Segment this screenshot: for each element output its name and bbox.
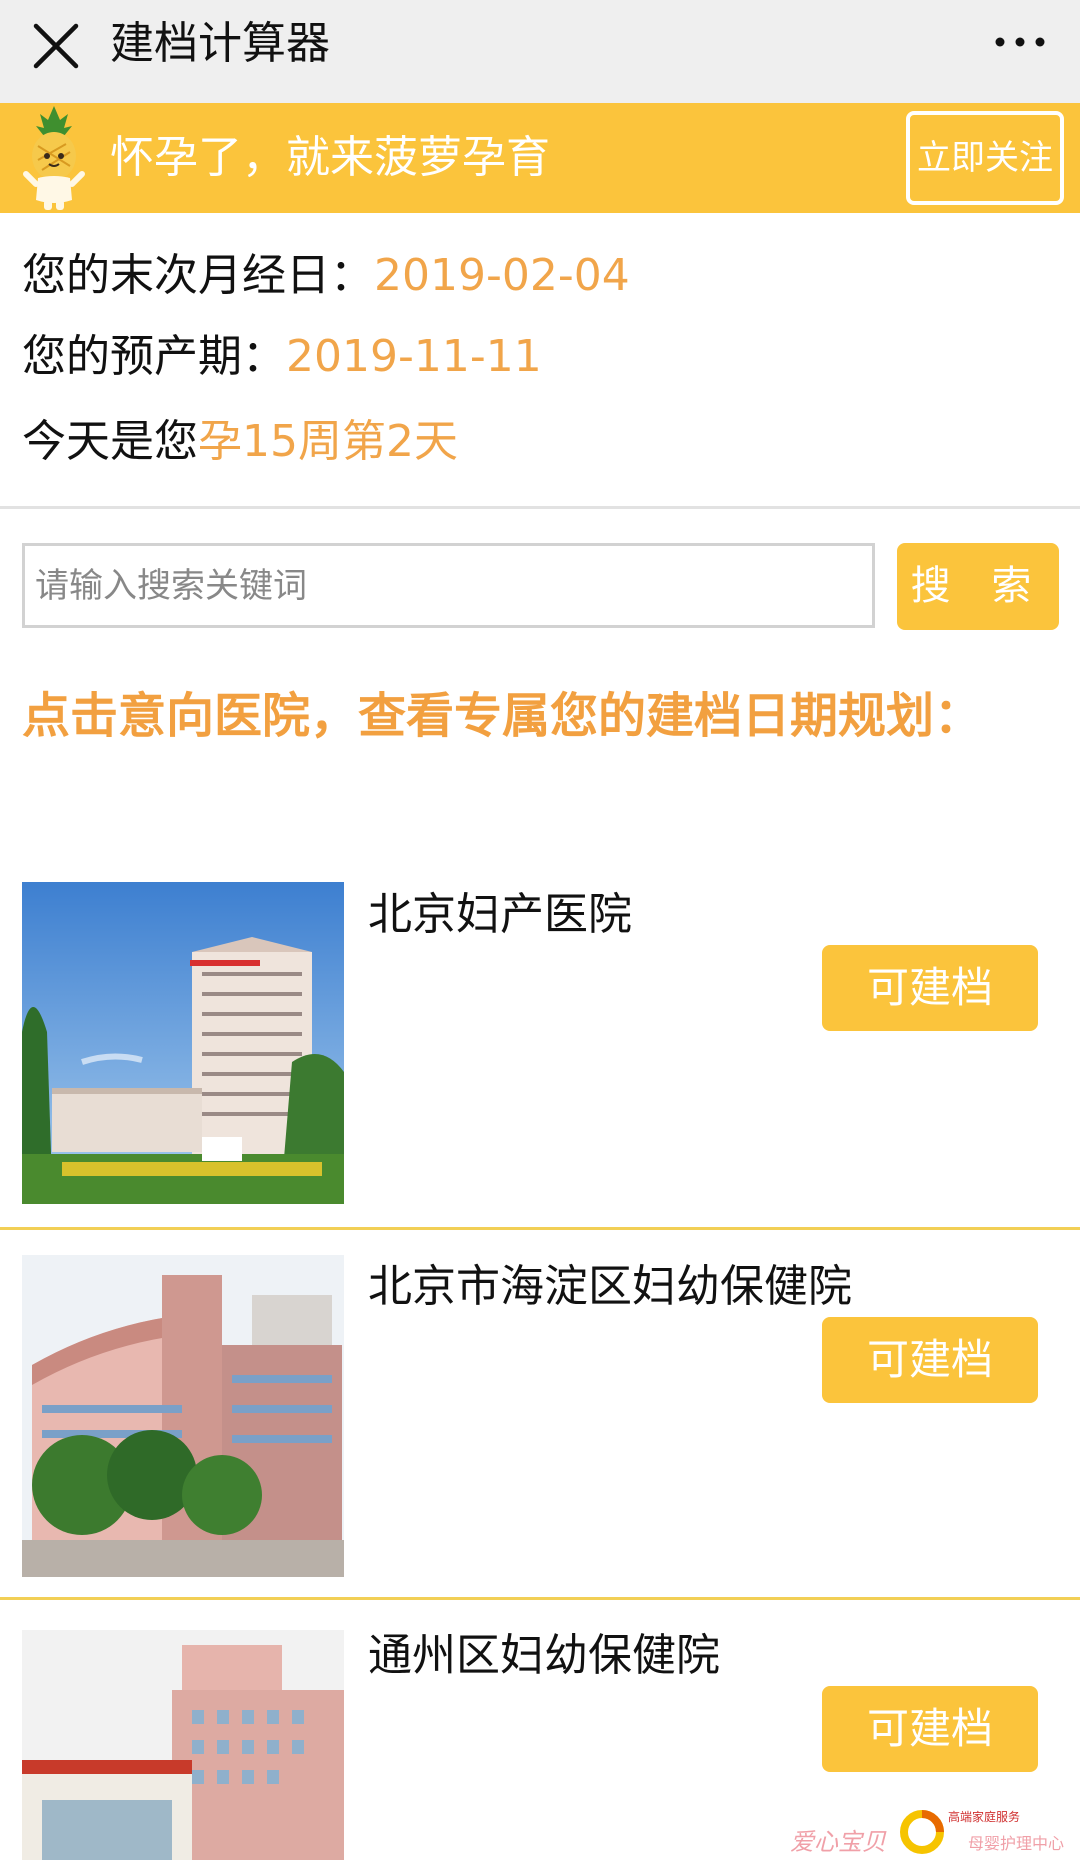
pineapple-mascot-icon <box>23 106 85 210</box>
instruction-text: 点击意向医院，查看专属您的建档日期规划： <box>22 688 983 744</box>
hospital-photo <box>22 1255 344 1577</box>
due-date-row: 您的预产期：2019-11-11 <box>22 327 542 387</box>
watermark-service: 高端家庭服务 <box>948 1810 1021 1824</box>
file-available-button[interactable]: 可建档 <box>822 945 1038 1031</box>
list-separator <box>0 1597 1080 1600</box>
due-date-label: 您的预产期： <box>22 331 286 382</box>
search-button[interactable]: 搜 索 <box>897 543 1059 630</box>
watermark-logo: 爱心宝贝 高端家庭服务 母婴护理中心 <box>790 1800 1064 1860</box>
page-title: 建档计算器 <box>110 18 330 69</box>
hospital-name: 北京妇产医院 <box>368 889 632 940</box>
divider <box>0 506 1080 509</box>
gestation-value: 孕15周第2天 <box>198 416 458 467</box>
last-period-label: 您的末次月经日： <box>22 250 374 301</box>
close-icon[interactable] <box>28 18 84 74</box>
last-period-value: 2019-02-04 <box>374 250 630 301</box>
banner-slogan: 怀孕了，就来菠萝孕育 <box>110 132 550 183</box>
last-period-row: 您的末次月经日：2019-02-04 <box>22 246 630 306</box>
hospital-photo <box>22 882 344 1204</box>
top-bar: 建档计算器 <box>0 0 1080 103</box>
more-icon[interactable] <box>990 22 1050 62</box>
search-input[interactable] <box>22 543 875 628</box>
file-available-button[interactable]: 可建档 <box>822 1317 1038 1403</box>
hospital-name: 北京市海淀区妇幼保健院 <box>368 1261 852 1312</box>
due-date-value: 2019-11-11 <box>286 331 542 382</box>
follow-button[interactable]: 立即关注 <box>906 111 1064 205</box>
gestation-row: 今天是您孕15周第2天 <box>22 412 458 472</box>
hospital-name: 通州区妇幼保健院 <box>368 1630 720 1681</box>
list-separator <box>0 1227 1080 1230</box>
gestation-label: 今天是您 <box>22 416 198 467</box>
hospital-photo <box>22 1630 344 1860</box>
watermark-brand: 爱心宝贝 <box>790 1828 886 1856</box>
watermark-center: 母婴护理中心 <box>968 1834 1065 1853</box>
file-available-button[interactable]: 可建档 <box>822 1686 1038 1772</box>
sun-logo-icon <box>900 1810 944 1854</box>
